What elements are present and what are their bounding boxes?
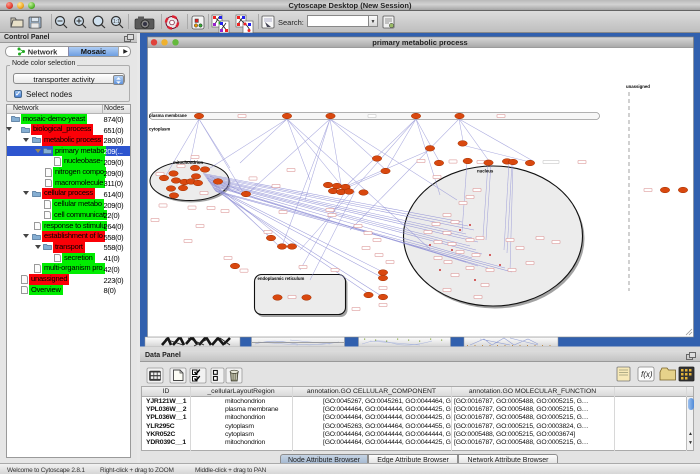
svg-text:plasma membrane: plasma membrane bbox=[149, 113, 187, 118]
svg-text:nucleus: nucleus bbox=[477, 169, 494, 174]
svg-text:primary metabolic process: primary metabolic process bbox=[372, 38, 467, 47]
svg-text:mitochondrion: mitochondrion bbox=[173, 160, 203, 165]
svg-text:cytoplasm: cytoplasm bbox=[149, 127, 170, 132]
svg-text:endoplasmic reticulum: endoplasmic reticulum bbox=[258, 276, 305, 281]
svg-text:f(x): f(x) bbox=[641, 370, 653, 379]
svg-text:1:1: 1:1 bbox=[113, 19, 120, 25]
svg-text:unassigned: unassigned bbox=[626, 84, 650, 89]
